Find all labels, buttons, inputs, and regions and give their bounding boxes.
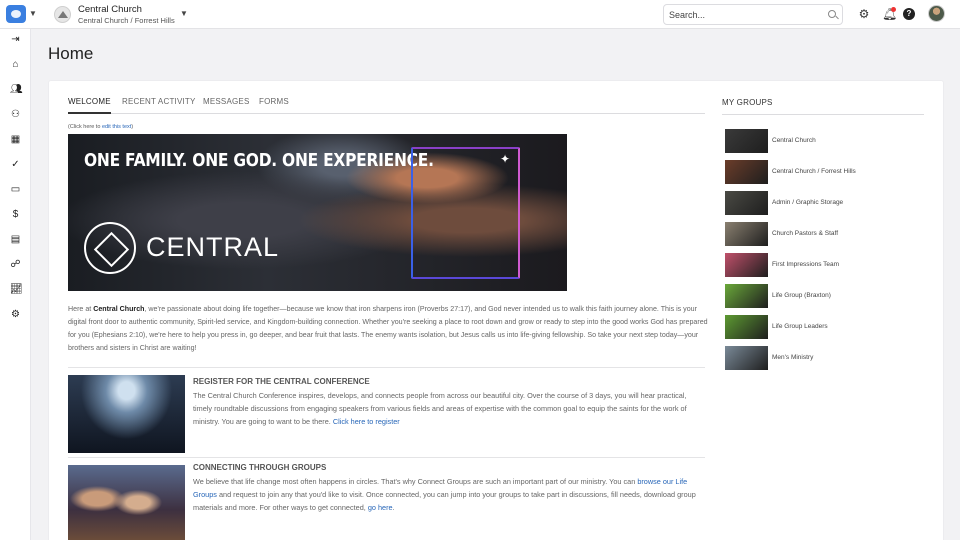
group-label[interactable]: Admin / Graphic Storage bbox=[772, 199, 843, 206]
neon-frame bbox=[411, 147, 520, 279]
group-label[interactable]: Life Group (Braxton) bbox=[772, 292, 831, 299]
group-item[interactable]: Men's Ministry bbox=[725, 346, 925, 370]
edit-text-link[interactable]: edit this text bbox=[102, 124, 131, 130]
church-name[interactable]: Central Church bbox=[78, 4, 142, 15]
section-body: We believe that life change most often h… bbox=[193, 477, 696, 512]
sparkle-icon: ✦ bbox=[500, 152, 511, 166]
groups-image bbox=[68, 465, 185, 540]
my-groups-title: MY GROUPS bbox=[722, 98, 773, 107]
forms-icon[interactable]: ▭ bbox=[10, 184, 21, 195]
reports-icon[interactable]: 📈︎ bbox=[10, 284, 23, 295]
chevron-down-icon[interactable]: ▼ bbox=[29, 9, 37, 18]
notification-dot bbox=[891, 7, 896, 12]
group-thumbnail[interactable] bbox=[725, 315, 768, 339]
search-icon[interactable] bbox=[828, 10, 836, 18]
search-input[interactable] bbox=[669, 8, 819, 22]
group-thumbnail[interactable] bbox=[725, 253, 768, 277]
tab-recent-activity[interactable]: RECENT ACTIVITY bbox=[122, 97, 196, 106]
edit-note: (Click here to edit this text) bbox=[68, 124, 134, 130]
check-icon[interactable]: ✓ bbox=[10, 159, 21, 170]
group-label[interactable]: First Impressions Team bbox=[772, 261, 839, 268]
giving-icon[interactable]: $ bbox=[10, 209, 21, 220]
group-thumbnail[interactable] bbox=[725, 191, 768, 215]
section-title: REGISTER FOR THE CENTRAL CONFERENCE bbox=[193, 377, 370, 386]
group-thumbnail[interactable] bbox=[725, 346, 768, 370]
app-switcher-icon[interactable] bbox=[6, 5, 26, 23]
group-item[interactable]: Life Group (Braxton) bbox=[725, 284, 925, 308]
hero-banner: ONE FAMILY. ONE GOD. ONE EXPERIENCE. CEN… bbox=[68, 134, 567, 291]
group-thumbnail[interactable] bbox=[725, 160, 768, 184]
gear-icon[interactable]: ⚙ bbox=[857, 7, 871, 21]
section-body: The Central Church Conference inspires, … bbox=[193, 391, 687, 426]
divider bbox=[722, 114, 924, 115]
group-item[interactable]: First Impressions Team bbox=[725, 253, 925, 277]
section-title: CONNECTING THROUGH GROUPS bbox=[193, 463, 327, 472]
group-item[interactable]: Life Group Leaders bbox=[725, 315, 925, 339]
group-item[interactable]: Central Church bbox=[725, 129, 925, 153]
group-label[interactable]: Central Church bbox=[772, 137, 816, 144]
church-logo[interactable] bbox=[54, 6, 71, 23]
group-item[interactable]: Admin / Graphic Storage bbox=[725, 191, 925, 215]
clipboard-icon[interactable]: ▤ bbox=[10, 234, 21, 245]
intro-text: Here at Central Church, we're passionate… bbox=[68, 305, 708, 352]
chat-icon[interactable]: ☍ bbox=[10, 259, 21, 270]
page-title: Home bbox=[48, 44, 94, 63]
top-bar: ▼ Central Church Central Church / Forres… bbox=[0, 0, 960, 29]
conference-image bbox=[68, 375, 185, 453]
divider bbox=[68, 457, 705, 458]
group-thumbnail[interactable] bbox=[725, 129, 768, 153]
group-thumbnail[interactable] bbox=[725, 284, 768, 308]
people-icon[interactable]: 👥︎ bbox=[10, 84, 23, 95]
go-here-link[interactable]: go here bbox=[368, 503, 393, 512]
sidebar: ⇥ ⌂ 👥︎ ⚇ ▦ ✓ ▭ $ ▤ ☍ 📈︎ ⚙ bbox=[0, 29, 31, 540]
group-label[interactable]: Life Group Leaders bbox=[772, 323, 828, 330]
collapse-icon[interactable]: ⇥ bbox=[10, 34, 21, 45]
divider bbox=[68, 367, 705, 368]
central-logo-icon bbox=[84, 222, 136, 274]
chevron-down-icon[interactable]: ▼ bbox=[180, 9, 188, 18]
tab-messages[interactable]: MESSAGES bbox=[203, 97, 250, 106]
church-path[interactable]: Central Church / Forrest Hills bbox=[78, 16, 175, 25]
group-item[interactable]: Central Church / Forrest Hills bbox=[725, 160, 925, 184]
tab-welcome[interactable]: WELCOME bbox=[68, 97, 111, 114]
register-link[interactable]: Click here to register bbox=[333, 417, 400, 426]
tab-bar: WELCOME RECENT ACTIVITY MESSAGES FORMS bbox=[68, 96, 705, 114]
group-label[interactable]: Central Church / Forrest Hills bbox=[772, 168, 856, 175]
search-box[interactable] bbox=[663, 4, 843, 25]
settings-icon[interactable]: ⚙ bbox=[10, 309, 21, 320]
group-label[interactable]: Men's Ministry bbox=[772, 354, 813, 361]
tab-forms[interactable]: FORMS bbox=[259, 97, 289, 106]
hero-headline: ONE FAMILY. ONE GOD. ONE EXPERIENCE. bbox=[84, 150, 434, 171]
group-thumbnail[interactable] bbox=[725, 222, 768, 246]
hero-wordmark: CENTRAL bbox=[146, 232, 280, 262]
home-icon[interactable]: ⌂ bbox=[10, 59, 21, 70]
calendar-icon[interactable]: ▦ bbox=[10, 134, 21, 145]
avatar[interactable] bbox=[928, 5, 945, 22]
group-item[interactable]: Church Pastors & Staff bbox=[725, 222, 925, 246]
help-icon[interactable]: ? bbox=[903, 8, 915, 20]
groups-icon[interactable]: ⚇ bbox=[10, 109, 21, 120]
group-label[interactable]: Church Pastors & Staff bbox=[772, 230, 838, 237]
